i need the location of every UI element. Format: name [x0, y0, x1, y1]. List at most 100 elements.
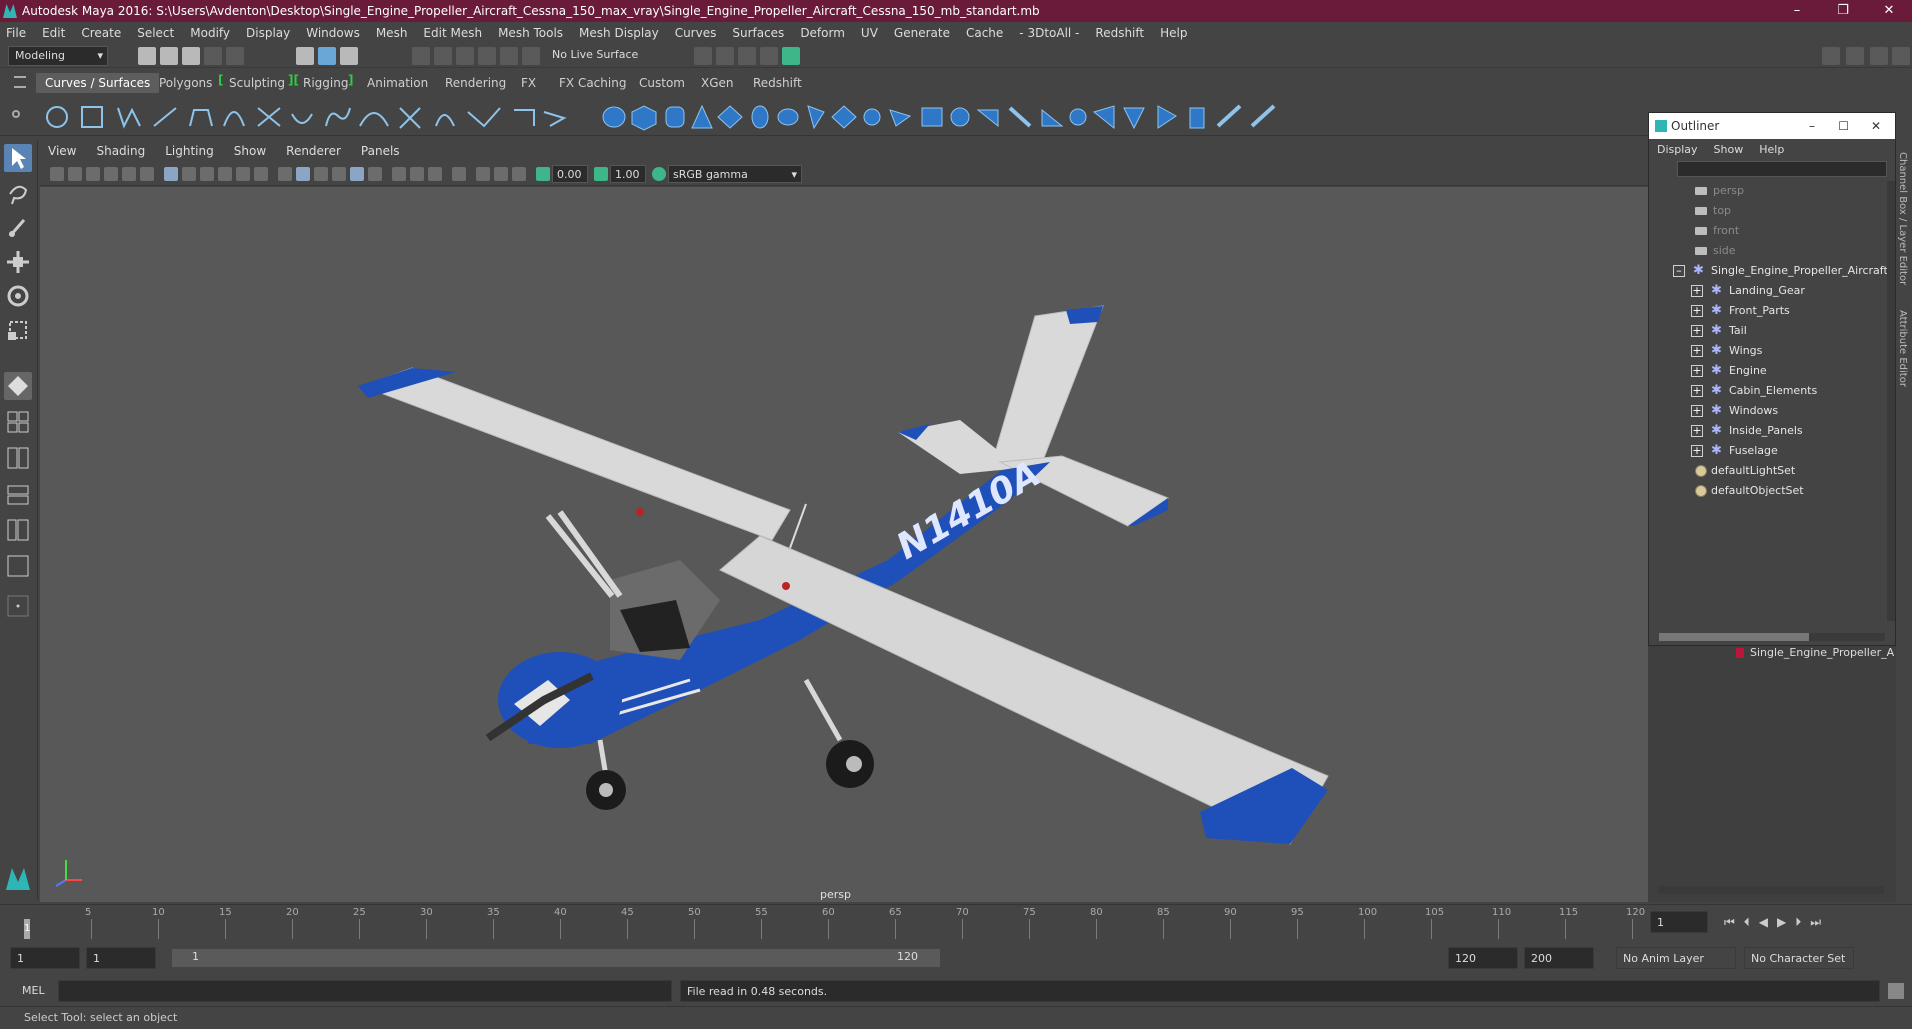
playback-start-field[interactable]: 1: [86, 947, 156, 969]
expand-icon[interactable]: +: [1691, 345, 1703, 357]
textured-icon[interactable]: [332, 167, 346, 181]
menu-cache[interactable]: Cache: [966, 26, 1003, 40]
snap-point-icon[interactable]: [456, 47, 474, 65]
anim-layer-dropdown[interactable]: No Anim Layer: [1616, 947, 1736, 969]
xray-components-icon[interactable]: [512, 167, 526, 181]
save-scene-icon[interactable]: [182, 47, 200, 65]
paint-select-tool-icon[interactable]: [4, 214, 32, 242]
close-icon[interactable]: ✕: [1871, 119, 1881, 133]
outliner-menu-help[interactable]: Help: [1759, 143, 1784, 156]
safe-action-icon[interactable]: [254, 167, 268, 181]
tab-xgen[interactable]: XGen: [692, 73, 743, 93]
expand-icon[interactable]: +: [1691, 285, 1703, 297]
scrollbar-thumb[interactable]: [1659, 633, 1809, 641]
minimize-icon[interactable]: –: [1809, 119, 1815, 133]
render-settings-icon[interactable]: [760, 47, 778, 65]
color-management-icon[interactable]: [652, 167, 666, 181]
soft-select-icon[interactable]: [4, 372, 32, 400]
anti-aliasing-icon[interactable]: [428, 167, 442, 181]
outliner-menu-display[interactable]: Display: [1657, 143, 1698, 156]
range-slider[interactable]: 1 120: [172, 949, 940, 967]
bookmark-icon[interactable]: [86, 167, 100, 181]
xray-joints-icon[interactable]: [494, 167, 508, 181]
mode-dropdown[interactable]: Modeling ▾: [8, 46, 108, 66]
shelf-menu-icon[interactable]: [14, 76, 26, 88]
maximize-icon[interactable]: ☐: [1838, 119, 1849, 133]
panel-layout-icon[interactable]: [1870, 47, 1888, 65]
single-view-layout-icon[interactable]: [4, 552, 32, 580]
exposure-icon[interactable]: [536, 167, 550, 181]
shadows-icon[interactable]: [368, 167, 382, 181]
menu-create[interactable]: Create: [81, 26, 121, 40]
menu-file[interactable]: File: [6, 26, 26, 40]
menu-edit-mesh[interactable]: Edit Mesh: [423, 26, 482, 40]
close-button[interactable]: ✕: [1866, 0, 1912, 22]
outliner-horizontal-scrollbar[interactable]: [1659, 633, 1885, 641]
gamma-icon[interactable]: [594, 167, 608, 181]
snap-curve-icon[interactable]: [434, 47, 452, 65]
menu-mesh-display[interactable]: Mesh Display: [579, 26, 659, 40]
tab-animation[interactable]: Animation: [358, 73, 437, 93]
collapse-icon[interactable]: –: [1673, 265, 1685, 277]
exposure-field[interactable]: 0.00: [552, 165, 588, 183]
select-object-icon[interactable]: [318, 47, 336, 65]
new-scene-icon[interactable]: [138, 47, 156, 65]
layer-scrollbar[interactable]: [1658, 886, 1884, 894]
wireframe-icon[interactable]: [278, 167, 292, 181]
workspace-icon[interactable]: [1892, 47, 1910, 65]
outliner-vertical-scrollbar[interactable]: [1887, 181, 1895, 621]
image-plane-icon[interactable]: [104, 167, 118, 181]
make-live-icon[interactable]: [522, 47, 540, 65]
tab-rendering[interactable]: Rendering: [436, 73, 515, 93]
hypershade-icon[interactable]: [782, 47, 800, 65]
maximize-button[interactable]: ❐: [1820, 0, 1866, 22]
panel-menu-renderer[interactable]: Renderer: [286, 144, 341, 158]
playback-controls-icon[interactable]: ⏮⏴◀▶⏵⏭: [1724, 915, 1830, 930]
expand-icon[interactable]: +: [1691, 425, 1703, 437]
menu-mesh-tools[interactable]: Mesh Tools: [498, 26, 563, 40]
isolate-select-icon[interactable]: [452, 167, 466, 181]
custom-layout-icon[interactable]: [4, 592, 32, 620]
playback-end-field[interactable]: 120: [1448, 947, 1518, 969]
menu-curves[interactable]: Curves: [675, 26, 717, 40]
wireframe-on-shaded-icon[interactable]: [314, 167, 328, 181]
menu-surfaces[interactable]: Surfaces: [732, 26, 784, 40]
channel-box-tab[interactable]: Channel Box / Layer Editor: [1897, 152, 1908, 285]
camera-select-icon[interactable]: [50, 167, 64, 181]
tab-polygons[interactable]: Polygons: [150, 73, 221, 93]
snap-surface-icon[interactable]: [500, 47, 518, 65]
open-scene-icon[interactable]: [160, 47, 178, 65]
ambient-occlusion-icon[interactable]: [392, 167, 406, 181]
menu-help[interactable]: Help: [1160, 26, 1187, 40]
expand-icon[interactable]: +: [1691, 385, 1703, 397]
menu-display[interactable]: Display: [246, 26, 290, 40]
grid-icon[interactable]: [164, 167, 178, 181]
scale-tool-icon[interactable]: [4, 316, 32, 344]
ipr-render-icon[interactable]: [738, 47, 756, 65]
select-tool-icon[interactable]: [4, 144, 32, 172]
graph-layout-icon[interactable]: [4, 516, 32, 544]
snap-view-plane-icon[interactable]: [478, 47, 496, 65]
snap-grid-icon[interactable]: [412, 47, 430, 65]
xray-icon[interactable]: [476, 167, 490, 181]
tab-sculpting[interactable]: Sculpting: [220, 73, 294, 93]
two-view-layout-icon[interactable]: [4, 444, 32, 472]
panel-menu-show[interactable]: Show: [234, 144, 266, 158]
expand-icon[interactable]: +: [1691, 445, 1703, 457]
minimize-button[interactable]: –: [1774, 0, 1820, 22]
perspective-viewport[interactable]: N1410A: [40, 187, 1648, 902]
menu-redshift[interactable]: Redshift: [1095, 26, 1144, 40]
toggle-ui-icon[interactable]: [1822, 47, 1840, 65]
menu-generate[interactable]: Generate: [894, 26, 950, 40]
expand-icon[interactable]: +: [1691, 365, 1703, 377]
tab-fx-caching[interactable]: FX Caching: [550, 73, 635, 93]
command-input[interactable]: [58, 980, 672, 1002]
panel-menu-lighting[interactable]: Lighting: [165, 144, 214, 158]
command-language[interactable]: MEL: [22, 984, 45, 997]
menu-edit[interactable]: Edit: [42, 26, 65, 40]
time-slider[interactable]: 1 5 10 15 20 25 30 35 40 45 50 55 60 65 70 75 80 85 90 95 1…: [0, 904, 1912, 940]
select-hierarchy-icon[interactable]: [296, 47, 314, 65]
menu-select[interactable]: Select: [137, 26, 174, 40]
expand-icon[interactable]: +: [1691, 305, 1703, 317]
lasso-tool-icon[interactable]: [4, 180, 32, 208]
